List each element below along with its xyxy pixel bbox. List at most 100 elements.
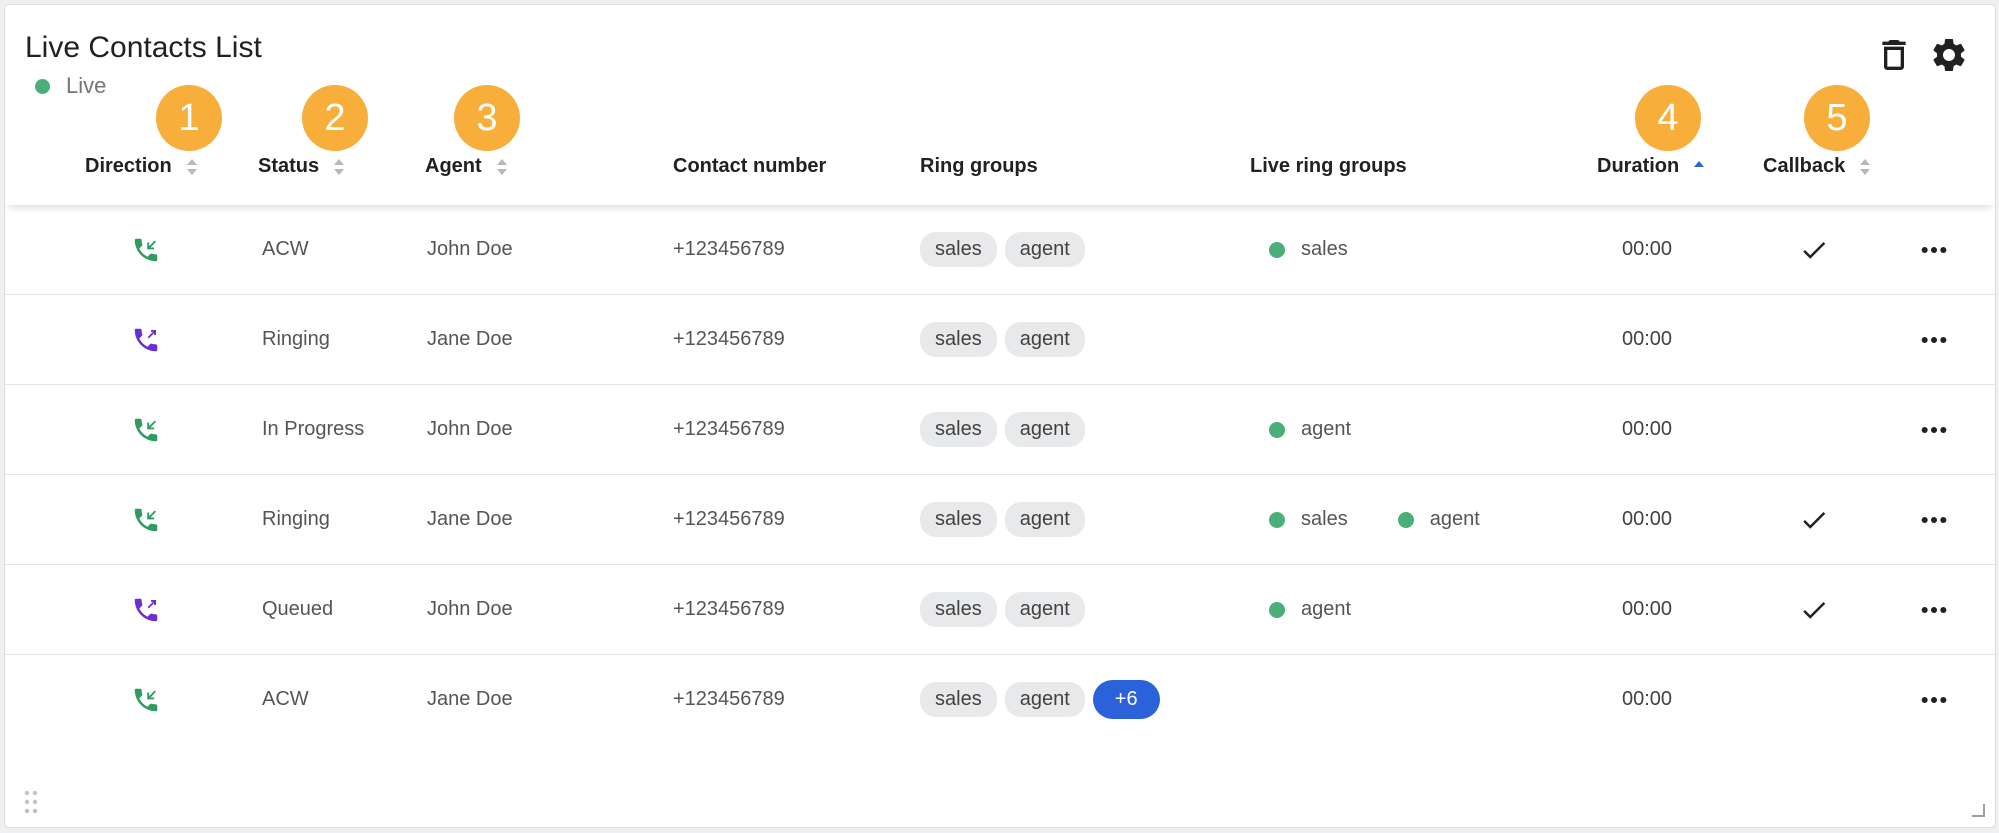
contact-number-cell: +123456789	[673, 418, 785, 440]
contact-number-cell: +123456789	[673, 688, 785, 710]
row-actions-cell	[1920, 205, 1948, 294]
direction-cell	[131, 295, 161, 384]
row-actions-cell	[1920, 565, 1948, 654]
column-label-live-ring-groups: Live ring groups	[1250, 155, 1407, 177]
agent-cell: Jane Doe	[427, 688, 513, 710]
table-row: ACW Jane Doe +123456789 sales agent +6 00:00	[5, 655, 1995, 744]
table-row: ACW John Doe +123456789 sales agent sales 00:0…	[5, 205, 1995, 295]
widget-header: Live Contacts List Live 1 2 3 4 5 Direct…	[5, 5, 1995, 205]
contact-number-cell: +123456789	[673, 328, 785, 350]
live-ring-groups-cell: agent	[1269, 565, 1401, 654]
drag-handle-icon[interactable]	[23, 789, 39, 815]
live-ring-group-label: agent	[1301, 598, 1352, 620]
live-contacts-widget: Live Contacts List Live 1 2 3 4 5 Direct…	[4, 4, 1996, 828]
callout-badge-5: 5	[1804, 85, 1870, 151]
ring-group-chip: sales	[920, 592, 997, 627]
live-label: Live	[66, 73, 107, 98]
direction-cell	[131, 385, 161, 474]
sort-icon[interactable]	[186, 157, 198, 177]
sort-icon[interactable]	[496, 157, 508, 177]
callback-cell	[1799, 475, 1829, 564]
duration-cell: 00:00	[1622, 328, 1673, 350]
direction-cell	[131, 205, 161, 294]
ring-group-chip: sales	[920, 322, 997, 357]
ring-group-chip: agent	[1004, 322, 1085, 357]
duration-cell: 00:00	[1622, 238, 1673, 260]
ring-group-chip: agent	[1004, 682, 1085, 717]
row-actions-cell	[1920, 295, 1948, 384]
widget-title: Live Contacts List	[25, 31, 262, 64]
check-icon	[1803, 511, 1826, 529]
row-actions-cell	[1920, 385, 1948, 474]
ring-group-chip: agent	[1004, 232, 1085, 267]
column-header-direction[interactable]: Direction	[85, 155, 198, 178]
ring-groups-cell: sales agent	[920, 385, 1093, 474]
column-label-status: Status	[258, 155, 320, 177]
column-header-status[interactable]: Status	[258, 155, 345, 178]
gear-icon[interactable]	[1929, 35, 1969, 75]
column-label-contact-number: Contact number	[673, 155, 827, 177]
table-row: Ringing Jane Doe +123456789 sales agent 00:00	[5, 295, 1995, 385]
live-ring-group-dot	[1269, 421, 1285, 438]
ring-groups-cell: sales agent	[920, 295, 1093, 384]
contact-number-cell: +123456789	[673, 598, 785, 620]
more-horizontal-icon[interactable]	[1920, 695, 1948, 705]
column-header-contact-number: Contact number	[673, 155, 826, 178]
resize-handle-icon[interactable]	[1971, 803, 1985, 817]
inbound-call-icon	[134, 238, 158, 261]
more-horizontal-icon[interactable]	[1920, 245, 1948, 255]
column-header-callback[interactable]: Callback	[1763, 155, 1871, 178]
row-actions-cell	[1920, 655, 1948, 744]
trash-icon[interactable]	[1874, 35, 1914, 75]
callout-badge-3: 3	[454, 85, 520, 151]
more-horizontal-icon[interactable]	[1920, 515, 1948, 525]
duration-cell: 00:00	[1622, 598, 1673, 620]
status-cell: ACW	[262, 238, 309, 260]
live-ring-group-dot	[1269, 241, 1285, 258]
column-header-live-ring-groups: Live ring groups	[1250, 155, 1407, 178]
duration-cell: 00:00	[1622, 508, 1673, 530]
column-label-ring-groups: Ring groups	[920, 155, 1038, 177]
live-ring-group-label: agent	[1429, 508, 1480, 530]
ring-group-chip: sales	[920, 412, 997, 447]
callback-cell	[1799, 205, 1829, 294]
column-header-duration[interactable]: Duration	[1597, 155, 1705, 178]
more-ring-groups-button[interactable]: +6	[1092, 680, 1160, 719]
status-cell: Ringing	[262, 328, 330, 350]
column-label-agent: Agent	[425, 155, 482, 177]
sort-icon[interactable]	[1859, 157, 1871, 177]
live-ring-groups-cell: agent	[1269, 385, 1401, 474]
more-horizontal-icon[interactable]	[1920, 425, 1948, 435]
column-label-direction: Direction	[85, 155, 172, 177]
live-ring-group: agent	[1397, 508, 1480, 531]
live-ring-group-dot	[1397, 511, 1414, 528]
direction-cell	[131, 565, 161, 654]
ring-groups-cell: sales agent +6	[920, 655, 1168, 744]
callout-badge-2: 2	[302, 85, 368, 151]
table-row: Queued John Doe +123456789 sales agent agent 0…	[5, 565, 1995, 655]
column-header-ring-groups: Ring groups	[920, 155, 1038, 178]
ring-group-chip: agent	[1004, 592, 1085, 627]
live-indicator-dot	[35, 78, 50, 94]
sort-ascending-icon[interactable]	[1693, 157, 1705, 177]
status-cell: ACW	[262, 688, 309, 710]
ring-group-chip: sales	[920, 682, 997, 717]
column-header-agent[interactable]: Agent	[425, 155, 508, 178]
sort-icon[interactable]	[333, 157, 345, 177]
live-ring-groups-cell: sales agent	[1269, 475, 1530, 564]
ring-group-chip: sales	[920, 232, 997, 267]
contact-number-cell: +123456789	[673, 508, 785, 530]
agent-cell: Jane Doe	[427, 508, 513, 530]
more-horizontal-icon[interactable]	[1920, 335, 1948, 345]
table-row: Ringing Jane Doe +123456789 sales agent sales…	[5, 475, 1995, 565]
live-ring-group-dot	[1269, 511, 1285, 528]
outbound-call-icon	[134, 328, 158, 351]
direction-cell	[131, 475, 161, 564]
direction-cell	[131, 655, 161, 744]
more-horizontal-icon[interactable]	[1920, 605, 1948, 615]
ring-group-chip: agent	[1004, 412, 1085, 447]
status-cell: Queued	[262, 598, 334, 620]
agent-cell: John Doe	[427, 238, 513, 260]
agent-cell: Jane Doe	[427, 328, 513, 350]
ring-groups-cell: sales agent	[920, 205, 1093, 294]
